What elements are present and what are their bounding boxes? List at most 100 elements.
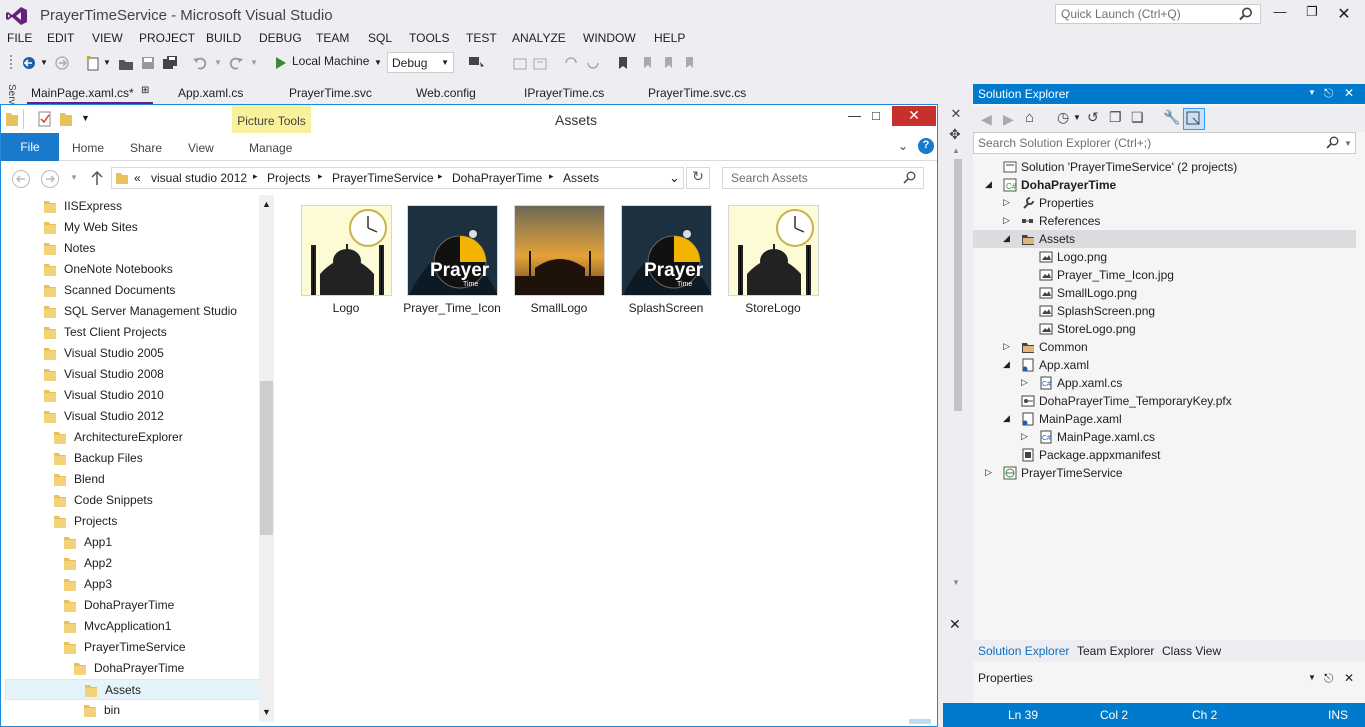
nav-item[interactable]: bin	[5, 700, 259, 721]
help-icon[interactable]: ?	[918, 138, 934, 154]
menu-edit[interactable]: EDIT	[47, 31, 74, 45]
back-dropdown-icon[interactable]: ▼	[40, 58, 48, 76]
expanded-arrow-icon[interactable]: ◢	[1003, 233, 1010, 244]
toolbar-icon-d[interactable]	[585, 54, 601, 72]
ribbon-tab-share[interactable]: Share	[130, 141, 162, 155]
maximize-button[interactable]: ❐	[1302, 4, 1322, 22]
run-target-label[interactable]: Local Machine	[292, 54, 369, 72]
search-icon[interactable]	[1326, 136, 1339, 149]
forward-icon[interactable]	[40, 169, 60, 189]
close-icon[interactable]: ✕	[946, 106, 966, 126]
solution-tree-item[interactable]: ▷ C# App.xaml.cs	[973, 374, 1356, 392]
breadcrumb-assets[interactable]: Assets	[563, 171, 599, 185]
menu-team[interactable]: TEAM	[316, 31, 349, 45]
redo-dropdown-icon[interactable]: ▼	[250, 58, 258, 76]
breadcrumb-visual-studio-2012[interactable]: visual studio 2012	[151, 171, 247, 185]
attach-icon[interactable]	[468, 54, 488, 72]
bookmark-icon[interactable]	[617, 54, 629, 72]
tab-mainpage-xaml-cs[interactable]: MainPage.xaml.cs* ⊞	[27, 84, 153, 104]
clear-bookmarks-icon[interactable]	[681, 54, 697, 72]
pin-icon[interactable]: ⎋	[1324, 671, 1334, 686]
run-target-dropdown-icon[interactable]: ▼	[374, 58, 382, 76]
nav-item[interactable]: Code Snippets	[5, 490, 259, 511]
breadcrumb-separator-icon[interactable]: ▸	[318, 171, 323, 182]
menu-view[interactable]: VIEW	[92, 31, 123, 45]
solution-tree-item[interactable]: ▷ C# MainPage.xaml.cs	[973, 428, 1356, 446]
file-item[interactable]: Logo	[298, 205, 394, 319]
file-item[interactable]: SmallLogo	[511, 205, 607, 319]
address-breadcrumb[interactable]: « visual studio 2012 ▸ Projects ▸ Prayer…	[111, 167, 684, 189]
menu-analyze[interactable]: ANALYZE	[512, 31, 566, 45]
chevron-down-icon[interactable]: ▼	[1308, 673, 1316, 682]
scroll-up-icon[interactable]: ▲	[952, 146, 960, 155]
scroll-down-icon[interactable]: ▼	[262, 707, 271, 717]
solution-tree-item[interactable]: Logo.png	[973, 248, 1356, 266]
close-icon[interactable]: ✕	[949, 616, 961, 633]
nav-item[interactable]: Visual Studio 2008	[5, 364, 259, 385]
server-explorer-tab[interactable]: Serv	[0, 82, 24, 106]
solution-tree-item[interactable]: SplashScreen.png	[973, 302, 1356, 320]
explorer-minimize-button[interactable]: —	[848, 108, 861, 123]
nav-item[interactable]: My Web Sites	[5, 217, 259, 238]
collapsed-arrow-icon[interactable]: ▷	[1003, 197, 1010, 208]
ribbon-tab-manage[interactable]: Manage	[249, 141, 292, 155]
breadcrumb-separator-icon[interactable]: ▸	[549, 171, 554, 182]
back-icon[interactable]	[11, 169, 31, 189]
toolbar-icon-a[interactable]	[512, 54, 528, 72]
breadcrumb-projects[interactable]: Projects	[267, 171, 310, 185]
pin-icon[interactable]: ⎋	[1324, 86, 1334, 101]
chevron-down-icon[interactable]: ▼	[1073, 113, 1081, 122]
breadcrumb-overflow[interactable]: «	[134, 171, 141, 185]
nav-item[interactable]: App1	[5, 532, 259, 553]
tab-prayertime-svc[interactable]: PrayerTime.svc	[289, 86, 372, 100]
properties-icon[interactable]	[37, 111, 53, 127]
nav-item[interactable]: Scanned Documents	[5, 280, 259, 301]
configuration-select[interactable]: Debug ▼	[387, 52, 454, 73]
recent-locations-icon[interactable]: ▼	[70, 173, 78, 182]
new-folder-icon[interactable]	[59, 111, 73, 127]
menu-build[interactable]: BUILD	[206, 31, 241, 45]
split-icon[interactable]: ✥	[949, 126, 961, 143]
solution-tree-item[interactable]: ▷ PrayerTimeService	[973, 464, 1356, 482]
tab-iprayertime-cs[interactable]: IPrayerTime.cs	[524, 86, 604, 100]
expand-ribbon-icon[interactable]: ⌄	[898, 139, 908, 153]
next-bookmark-icon[interactable]	[660, 54, 676, 72]
undo-dropdown-icon[interactable]: ▼	[214, 58, 222, 76]
nav-item[interactable]: Backup Files	[5, 448, 259, 469]
minimize-button[interactable]: —	[1270, 4, 1290, 22]
scrollbar-thumb[interactable]	[260, 381, 273, 535]
toolbar-icon-b[interactable]	[532, 54, 548, 72]
scroll-down-icon[interactable]: ▼	[952, 578, 960, 587]
preview-toggle[interactable]	[1183, 108, 1205, 130]
nav-item[interactable]: Test Client Projects	[5, 322, 259, 343]
save-icon[interactable]	[140, 54, 156, 72]
search-assets-input[interactable]: Search Assets	[722, 167, 924, 189]
nav-item[interactable]: PrayerTimeService	[5, 637, 259, 658]
close-button[interactable]: ✕	[1334, 4, 1354, 23]
menu-window[interactable]: WINDOW	[583, 31, 636, 45]
forward-icon[interactable]	[54, 54, 70, 72]
tab-class-view[interactable]: Class View	[1162, 644, 1221, 658]
collapsed-arrow-icon[interactable]: ▷	[985, 467, 992, 478]
close-icon[interactable]: ✕	[1344, 86, 1354, 100]
toolbar-icon-c[interactable]	[563, 54, 579, 72]
solution-tree-item[interactable]: ▷ Properties	[973, 194, 1356, 212]
history-icon[interactable]: ◷	[1057, 109, 1069, 126]
breadcrumb-separator-icon[interactable]: ▸	[438, 171, 443, 182]
file-item[interactable]: StoreLogo	[725, 205, 821, 319]
qat-dropdown-icon[interactable]: ▼	[81, 113, 90, 123]
nav-item[interactable]: App2	[5, 553, 259, 574]
menu-project[interactable]: PROJECT	[139, 31, 195, 45]
collapsed-arrow-icon[interactable]: ▷	[1021, 377, 1028, 388]
new-project-icon[interactable]	[85, 54, 101, 72]
expanded-arrow-icon[interactable]: ◢	[1003, 413, 1010, 424]
breadcrumb-prayertimeservice[interactable]: PrayerTimeService	[332, 171, 434, 185]
ribbon-tab-home[interactable]: Home	[72, 141, 104, 155]
pin-icon[interactable]: ⊞	[141, 85, 149, 96]
search-icon[interactable]	[1239, 7, 1253, 21]
navigation-scrollbar[interactable]: ▲ ▼	[259, 195, 274, 722]
file-item[interactable]: Prayer Time Prayer_Time_Icon	[403, 205, 501, 319]
nav-item[interactable]: App3	[5, 574, 259, 595]
tab-prayertime-svc-cs[interactable]: PrayerTime.svc.cs	[648, 86, 746, 100]
refresh-icon[interactable]: ↻	[686, 167, 710, 189]
